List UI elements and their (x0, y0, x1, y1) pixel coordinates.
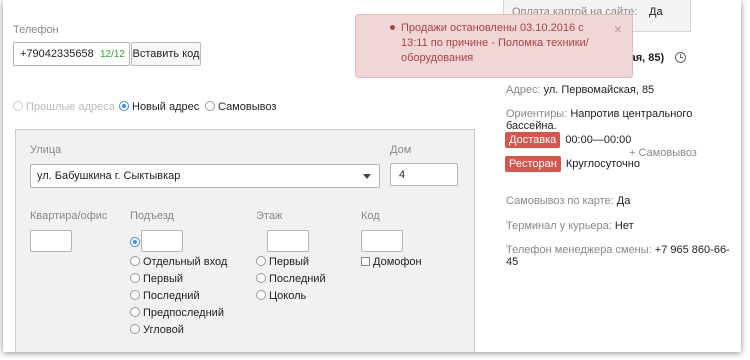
address-line: Адрес: ул. Первомайская, 85 (506, 84, 655, 96)
entrance-option[interactable]: Угловой (130, 324, 184, 336)
code-label: Код (361, 210, 380, 222)
code-input[interactable] (361, 230, 403, 252)
street-label: Улица (30, 144, 62, 156)
card-payment-value: Да (649, 6, 663, 18)
manager-phone-line: Телефон менеджера смены: +7 965 860-66-4… (506, 244, 730, 268)
house-label: Дом (390, 144, 412, 156)
house-value: 4 (399, 169, 406, 181)
bullet-icon (390, 25, 395, 30)
checkbox-icon (361, 257, 370, 266)
entrance-option[interactable]: Предпоследний (130, 307, 224, 319)
phone-value: +79042335658 (20, 48, 94, 60)
entrance-option[interactable]: Отдельный вход (130, 256, 227, 268)
floor-option[interactable]: Первый (256, 256, 309, 268)
street-select[interactable]: ул. Бабушкина г. Сыктывкар (30, 164, 380, 188)
address-panel: Улица ул. Бабушкина г. Сыктывкар Дом 4 К… (15, 129, 475, 352)
entrance-custom-radio[interactable] (130, 237, 140, 247)
apartment-label: Квартира/офис (30, 210, 108, 222)
order-form-window: Телефон +79042335658 12/12 Вставить код … (3, 0, 741, 352)
insert-code-button[interactable]: Вставить код (131, 42, 201, 66)
entrance-input[interactable] (141, 230, 183, 252)
delivery-badge: Доставка (505, 132, 561, 148)
radio-new-address[interactable]: Новый адрес (119, 101, 199, 113)
entrance-option[interactable]: Первый (130, 273, 183, 285)
restaurant-hours: Круглосуточно (565, 158, 640, 170)
radio-pickup[interactable]: Самовывоз (205, 101, 276, 113)
radio-checked-icon (119, 101, 129, 111)
entrance-label: Подъезд (130, 210, 174, 222)
house-input[interactable]: 4 (390, 163, 458, 186)
close-icon[interactable]: × (614, 21, 622, 37)
pickup-card-line: Самовывоз по карте: Да (506, 195, 631, 207)
courier-terminal-line: Терминал у курьера: Нет (506, 220, 634, 232)
delivery-hours: 00:00—00:00 (565, 134, 632, 146)
street-value: ул. Бабушкина г. Сыктывкар (37, 170, 181, 182)
floor-option[interactable]: Цоколь (256, 290, 306, 302)
entrance-option[interactable]: Последний (130, 290, 200, 302)
phone-counter: 12/12 (99, 49, 125, 60)
restaurant-line: Ресторан Круглосуточно (505, 156, 640, 172)
floor-option[interactable]: Последний (256, 273, 326, 285)
add-pickup-link[interactable]: + Самовывоз (629, 147, 697, 159)
stop-sales-alert: Продажи остановлены 03.10.2016 с 13:11 п… (355, 14, 633, 78)
landmarks-line: Ориентиры: Напротив центрального бассейн… (506, 108, 693, 132)
intercom-checkbox[interactable]: Домофон (361, 256, 422, 268)
radio-past-addresses[interactable]: Прошлые адреса (13, 101, 115, 113)
chevron-down-icon (363, 174, 371, 179)
floor-input[interactable] (267, 230, 309, 252)
apartment-input[interactable] (30, 230, 72, 252)
delivery-line: Доставка 00:00—00:00 (505, 132, 631, 148)
restaurant-badge: Ресторан (505, 156, 561, 172)
floor-label: Этаж (256, 210, 283, 222)
clock-icon (675, 52, 686, 63)
phone-label: Телефон (13, 24, 59, 36)
phone-input[interactable]: +79042335658 12/12 (13, 42, 130, 66)
radio-icon (13, 101, 23, 111)
radio-icon (205, 101, 215, 111)
alert-message: Продажи остановлены 03.10.2016 с 13:11 п… (401, 22, 589, 64)
